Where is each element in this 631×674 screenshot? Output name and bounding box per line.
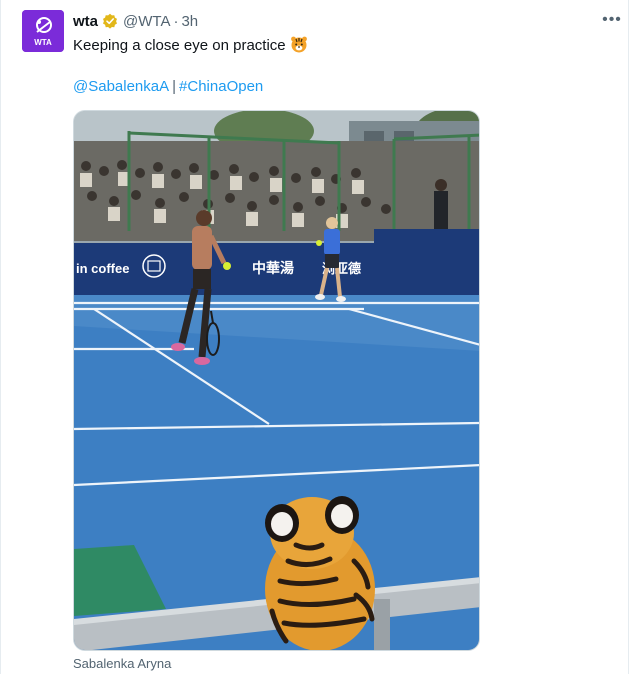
avatar[interactable]: WTA [22, 10, 64, 52]
tweet-tags: @SabalenkaA | #ChinaOpen [73, 78, 263, 95]
hashtag-link[interactable]: #ChinaOpen [179, 78, 263, 95]
author-handle[interactable]: @WTA [123, 13, 170, 30]
tweet-text-body: Keeping a close eye on practice [73, 37, 286, 54]
wta-logo-icon: WTA [22, 10, 64, 52]
tweet-card[interactable]: WTA wta @WTA · 3h ••• Keeping a close ey… [0, 0, 629, 674]
tiger-plush [265, 496, 375, 650]
more-options-icon[interactable]: ••• [601, 11, 623, 28]
banner-mid-text: 中華湯 [252, 260, 294, 277]
banner-left-text: in coffee [76, 261, 129, 276]
author-name[interactable]: wta [73, 13, 98, 30]
mention-link[interactable]: @SabalenkaA [73, 78, 169, 95]
photo-caption: Sabalenka Aryna [73, 656, 172, 671]
tweet-time[interactable]: 3h [181, 13, 198, 30]
tiger-face-icon [290, 36, 307, 53]
tweet-photo[interactable]: in coffee 中華湯 浏亚德 [73, 110, 480, 651]
avatar-text: WTA [34, 38, 52, 47]
meta-separator: · [173, 12, 179, 30]
tag-divider: | [172, 78, 177, 95]
verified-badge-icon [103, 13, 118, 29]
tweet-text: Keeping a close eye on practice [73, 35, 308, 54]
tweet-header: wta @WTA · 3h [73, 11, 198, 31]
practice-photo: in coffee 中華湯 浏亚德 [74, 111, 479, 650]
